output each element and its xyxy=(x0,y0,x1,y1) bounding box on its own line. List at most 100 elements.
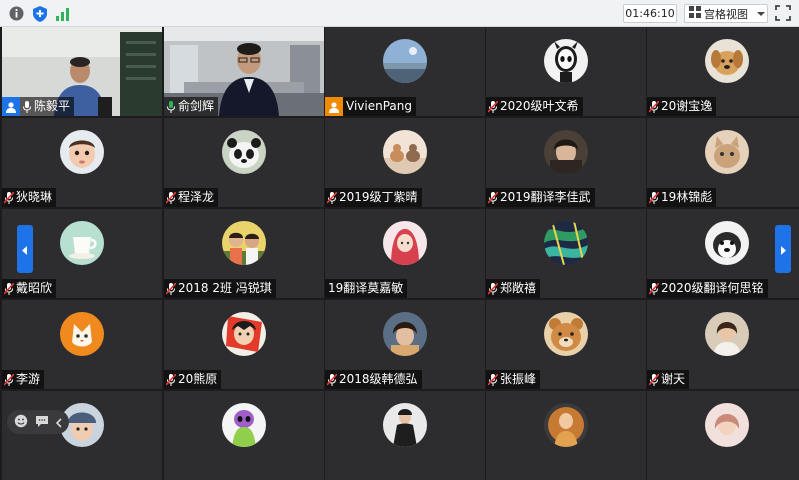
participant-avatar xyxy=(222,221,266,265)
name-bar: 20谢宝逸 xyxy=(647,97,717,116)
participant-tile[interactable]: 程泽龙 xyxy=(164,118,324,207)
participant-tile[interactable]: 2020级叶文希 xyxy=(486,27,646,116)
participant-tile[interactable]: 郑敞禧 xyxy=(486,209,646,298)
mic-icon xyxy=(20,97,34,116)
mic-muted-icon xyxy=(325,370,339,389)
mic-muted-icon xyxy=(647,97,661,116)
name-bar: 20熊原 xyxy=(164,370,222,389)
participant-name: 谢天 xyxy=(661,372,686,386)
mic-muted-icon xyxy=(486,188,500,207)
grid-view-icon xyxy=(689,6,701,21)
participant-name: 俞剑辉 xyxy=(178,99,215,113)
name-bar: 戴昭欣 xyxy=(2,279,57,298)
participant-tile[interactable]: 张振峰 xyxy=(486,300,646,389)
name-bar: 19翻译莫嘉敏 xyxy=(325,279,408,298)
mic-muted-icon xyxy=(325,188,339,207)
chat-icon[interactable] xyxy=(35,413,49,432)
participant-name: 19翻译莫嘉敏 xyxy=(328,281,404,295)
meeting-timer: 01:46:10 xyxy=(623,4,677,23)
participant-avatar xyxy=(705,312,749,356)
mic-muted-icon xyxy=(2,188,16,207)
participant-name: 20熊原 xyxy=(178,372,218,386)
participant-avatar xyxy=(705,130,749,174)
participant-tile[interactable]: 李游 xyxy=(2,300,162,389)
mic-muted-icon xyxy=(647,370,661,389)
participant-tile[interactable]: 20谢宝逸 xyxy=(647,27,799,116)
participant-avatar xyxy=(383,403,427,447)
name-bar: 2019级丁紫晴 xyxy=(325,188,422,207)
name-bar: 2018 2班 冯锐琪 xyxy=(164,279,276,298)
participant-avatar xyxy=(705,403,749,447)
participant-tile[interactable]: 19翻译莫嘉敏 xyxy=(325,209,485,298)
participant-avatar xyxy=(222,312,266,356)
participant-tile[interactable]: 狄晓琳 xyxy=(2,118,162,207)
participant-tile[interactable]: 陈毅平 xyxy=(2,27,162,116)
previous-page-button[interactable] xyxy=(17,225,33,273)
chevron-left-icon xyxy=(22,240,28,259)
name-bar: 2019翻译李佳武 xyxy=(486,188,595,207)
shield-icon[interactable] xyxy=(31,5,48,22)
participant-name: 2020级叶文希 xyxy=(500,99,579,113)
participant-tile[interactable]: 戴昭欣 xyxy=(2,209,162,298)
participant-name: 2019翻译李佳武 xyxy=(500,190,591,204)
participant-avatar xyxy=(383,312,427,356)
chevron-down-icon xyxy=(757,7,765,20)
mic-active-icon xyxy=(164,97,178,116)
participant-tile[interactable]: 19林锦彪 xyxy=(647,118,799,207)
participant-tile[interactable] xyxy=(2,391,162,480)
participant-name: 狄晓琳 xyxy=(16,190,53,204)
name-bar: 郑敞禧 xyxy=(486,279,541,298)
name-bar: 俞剑辉 xyxy=(164,97,219,116)
mic-muted-icon xyxy=(2,279,16,298)
participant-avatar xyxy=(544,39,588,83)
participant-avatar xyxy=(60,221,104,265)
participant-name: 程泽龙 xyxy=(178,190,215,204)
name-bar: 陈毅平 xyxy=(2,97,75,116)
signal-icon[interactable] xyxy=(54,5,71,22)
fullscreen-icon[interactable] xyxy=(775,5,793,22)
next-page-button[interactable] xyxy=(775,225,791,273)
name-bar: 2020级叶文希 xyxy=(486,97,583,116)
info-icon[interactable] xyxy=(8,5,25,22)
mic-muted-icon xyxy=(486,370,500,389)
participant-name: 20谢宝逸 xyxy=(661,99,713,113)
participant-avatar xyxy=(222,403,266,447)
participant-tile[interactable]: 谢天 xyxy=(647,300,799,389)
host-badge-icon xyxy=(2,97,20,116)
participant-tile[interactable]: 2018级韩德弘 xyxy=(325,300,485,389)
host-badge-icon xyxy=(325,97,343,116)
participant-name: 张振峰 xyxy=(500,372,537,386)
participant-name: 戴昭欣 xyxy=(16,281,53,295)
participant-avatar xyxy=(544,221,588,265)
participant-name: 2019级丁紫晴 xyxy=(339,190,418,204)
chevron-left-icon[interactable] xyxy=(55,413,62,432)
participant-avatar xyxy=(705,39,749,83)
view-switch-button[interactable]: 宫格视图 xyxy=(684,4,768,23)
mic-muted-icon xyxy=(486,97,500,116)
name-bar: 李游 xyxy=(2,370,45,389)
participant-tile[interactable]: 2018 2班 冯锐琪 xyxy=(164,209,324,298)
name-bar: 狄晓琳 xyxy=(2,188,57,207)
participant-avatar xyxy=(60,130,104,174)
participant-avatar xyxy=(222,130,266,174)
name-bar: 张振峰 xyxy=(486,370,541,389)
participant-tile[interactable]: 俞剑辉 xyxy=(164,27,324,116)
participant-tile[interactable]: 2019翻译李佳武 xyxy=(486,118,646,207)
participant-tile[interactable]: 20熊原 xyxy=(164,300,324,389)
participant-tile[interactable] xyxy=(647,391,799,480)
participant-avatar xyxy=(705,221,749,265)
participant-avatar xyxy=(544,403,588,447)
mic-muted-icon xyxy=(164,188,178,207)
mic-muted-icon xyxy=(2,370,16,389)
participant-tile[interactable] xyxy=(486,391,646,480)
participant-tile[interactable]: 2019级丁紫晴 xyxy=(325,118,485,207)
emoji-icon[interactable] xyxy=(14,413,28,432)
participant-tile[interactable] xyxy=(325,391,485,480)
name-bar: 谢天 xyxy=(647,370,690,389)
participant-avatar xyxy=(544,312,588,356)
participant-grid: 陈毅平 俞剑辉 VivienPang 2020级叶文希 20谢宝逸 狄晓琳 程泽… xyxy=(0,27,799,480)
participant-tile[interactable]: 2020级翻译何思铭 xyxy=(647,209,799,298)
participant-tile[interactable]: VivienPang xyxy=(325,27,485,116)
participant-tile[interactable] xyxy=(164,391,324,480)
top-toolbar: 01:46:10 宫格视图 xyxy=(0,0,799,27)
